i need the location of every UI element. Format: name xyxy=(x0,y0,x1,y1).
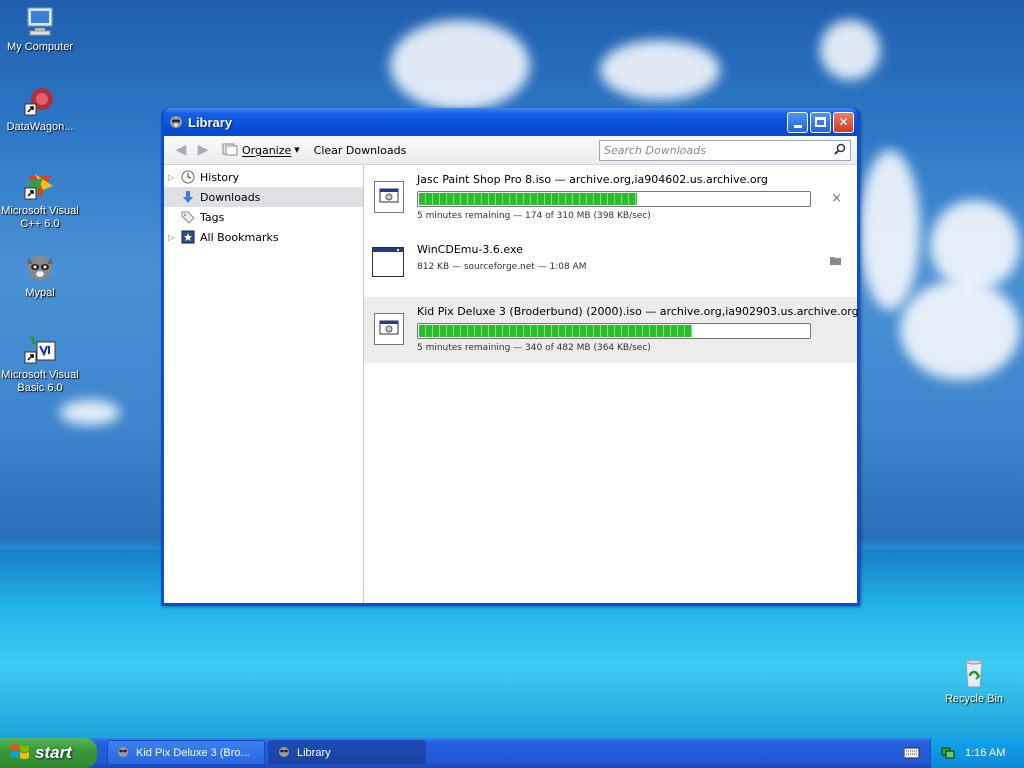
sidebar-item-label: History xyxy=(200,170,240,184)
clock: 1:16 AM xyxy=(965,747,1006,759)
disc-image-file-icon xyxy=(374,313,404,345)
progress-fill xyxy=(419,193,638,205)
download-name: WinCDEmu-3.6.exe xyxy=(417,243,523,256)
sidebar-item-all-bookmarks[interactable]: ▷ All Bookmarks xyxy=(164,227,363,247)
desktop-icon-label: Mypal xyxy=(25,287,55,299)
disc-image-file-icon xyxy=(374,181,404,213)
maximize-icon xyxy=(815,117,826,127)
search-input[interactable]: Search Downloads xyxy=(599,139,851,161)
shortcut-app-icon xyxy=(23,84,57,118)
bookmarks-icon xyxy=(180,229,196,245)
start-button[interactable]: start xyxy=(0,738,97,768)
raccoon-icon xyxy=(116,744,130,761)
desktop-icon-label: Microsoft Visual Basic 6.0 xyxy=(1,369,79,394)
sidebar-item-label: All Bookmarks xyxy=(200,230,279,244)
folder-icon xyxy=(829,255,842,270)
download-item[interactable]: Kid Pix Deluxe 3 (Broderbund) (2000).iso… xyxy=(364,297,859,363)
desktop-icon-mypal[interactable]: Mypal xyxy=(0,250,80,300)
clock-icon xyxy=(180,169,196,185)
close-icon: × xyxy=(831,191,842,206)
visual-cpp-icon xyxy=(23,168,57,202)
download-status: 5 minutes remaining — 174 of 310 MB (398… xyxy=(417,211,651,221)
library-client: ◀ ▶ Organize ▼ Clear Downloads Search Do… xyxy=(164,136,859,603)
library-window: Library ✕ ◀ ▶ Organize ▼ Clear Downloads… xyxy=(161,108,860,606)
forward-arrow-icon[interactable]: ▶ xyxy=(192,142,214,158)
download-status: 5 minutes remaining — 340 of 482 MB (364… xyxy=(417,343,651,353)
system-tray: 1:16 AM xyxy=(930,738,1024,768)
sidebar-item-history[interactable]: ▷ History xyxy=(164,167,363,187)
raccoon-icon xyxy=(23,250,57,284)
cancel-download-button[interactable]: × xyxy=(831,191,842,206)
sidebar-item-tags[interactable]: Tags xyxy=(164,207,363,227)
expand-arrow-icon[interactable]: ▷ xyxy=(168,173,178,182)
expand-arrow-icon[interactable]: ▷ xyxy=(168,233,178,242)
desktop-icon-label: My Computer xyxy=(6,41,74,53)
download-progress-bar xyxy=(417,191,811,207)
sidebar-item-label: Tags xyxy=(200,210,225,224)
minimize-icon xyxy=(793,124,802,128)
organize-icon xyxy=(222,142,238,159)
windows-logo-icon xyxy=(10,742,30,765)
organize-menu[interactable]: Organize ▼ xyxy=(222,142,300,159)
close-button[interactable]: ✕ xyxy=(833,111,854,133)
recycle-bin-icon xyxy=(957,656,991,690)
keyboard-icon[interactable] xyxy=(903,747,920,762)
search-placeholder: Search Downloads xyxy=(604,143,706,157)
desktop-icon-label: Recycle Bin xyxy=(944,693,1004,705)
taskbar-button-kid-pix[interactable]: Kid Pix Deluxe 3 (Bro... xyxy=(107,740,265,765)
toolbar: ◀ ▶ Organize ▼ Clear Downloads Search Do… xyxy=(164,136,857,165)
sidebar-item-label: Downloads xyxy=(200,190,261,204)
download-item[interactable]: WinCDEmu-3.6.exe 812 KB — sourceforge.ne… xyxy=(364,231,857,297)
window-title: Library xyxy=(188,114,233,130)
open-folder-button[interactable] xyxy=(829,255,842,270)
panes: ▷ History Downloads Tags ▷ All Bookmarks… xyxy=(164,165,859,603)
raccoon-icon xyxy=(168,113,184,132)
library-sidebar: ▷ History Downloads Tags ▷ All Bookmarks xyxy=(164,165,364,603)
sidebar-item-downloads[interactable]: Downloads xyxy=(164,187,363,207)
clear-downloads-label: Clear Downloads xyxy=(313,143,407,157)
network-icon[interactable] xyxy=(941,745,955,762)
progress-fill xyxy=(419,325,692,337)
raccoon-icon xyxy=(277,744,291,761)
download-name: Jasc Paint Shop Pro 8.iso — archive.org,… xyxy=(417,173,768,186)
tag-icon xyxy=(180,209,196,225)
desktop-icon-my-computer[interactable]: My Computer xyxy=(0,4,80,54)
download-progress-bar xyxy=(417,323,811,339)
maximize-button[interactable] xyxy=(810,111,831,133)
taskbar: start Kid Pix Deluxe 3 (Bro... Library 1… xyxy=(0,738,1024,768)
download-item[interactable]: Jasc Paint Shop Pro 8.iso — archive.org,… xyxy=(364,165,857,231)
executable-file-icon xyxy=(372,247,404,277)
title-bar[interactable]: Library ✕ xyxy=(164,108,857,136)
taskbar-button-label: Library xyxy=(297,746,331,759)
desktop-icon-visual-cpp[interactable]: Microsoft Visual C++ 6.0 xyxy=(0,168,80,231)
organize-label: Organize xyxy=(242,143,292,157)
close-icon: ✕ xyxy=(838,115,849,129)
taskbar-button-label: Kid Pix Deluxe 3 (Bro... xyxy=(136,746,250,759)
desktop-icon-visual-basic[interactable]: Microsoft Visual Basic 6.0 xyxy=(0,332,80,395)
start-label: start xyxy=(35,743,72,762)
desktop-icon-recycle-bin[interactable]: Recycle Bin xyxy=(934,656,1014,706)
clear-downloads-button[interactable]: Clear Downloads xyxy=(314,144,407,157)
download-status: 812 KB — sourceforge.net — 1:08 AM xyxy=(417,262,587,272)
desktop-icon-label: Microsoft Visual C++ 6.0 xyxy=(1,205,79,230)
download-name: Kid Pix Deluxe 3 (Broderbund) (2000).iso… xyxy=(417,305,859,318)
desktop-icon-datawagon[interactable]: DataWagon... xyxy=(0,84,80,134)
minimize-button[interactable] xyxy=(787,111,808,133)
back-arrow-icon[interactable]: ◀ xyxy=(170,142,192,158)
downloads-list: Jasc Paint Shop Pro 8.iso — archive.org,… xyxy=(364,165,859,603)
search-icon xyxy=(834,143,846,158)
desktop-icon-label: DataWagon... xyxy=(6,121,74,133)
chevron-down-icon: ▼ xyxy=(294,146,300,154)
download-arrow-icon xyxy=(180,189,196,205)
taskbar-button-library[interactable]: Library xyxy=(268,740,426,765)
computer-icon xyxy=(23,4,57,38)
visual-basic-icon xyxy=(23,332,57,366)
